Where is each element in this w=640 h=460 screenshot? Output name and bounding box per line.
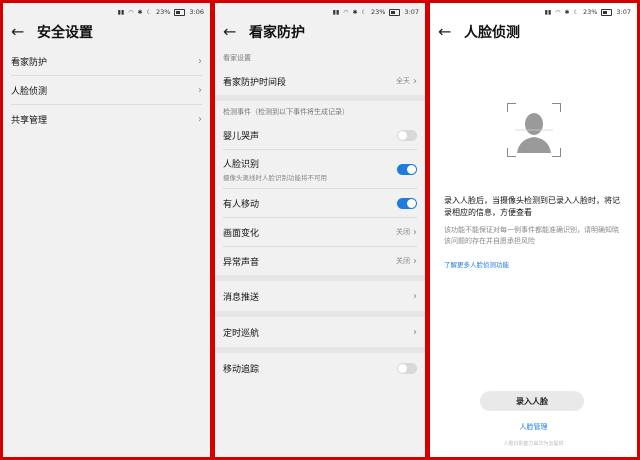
row-value: 关闭 › <box>396 256 417 267</box>
battery-percent: 23% <box>370 8 386 16</box>
home-guard-screen: ▮▮ ◠ ✱ ☾ 23% 3:07 ← 看家防护 看家设置 看家防护时间段 全天… <box>215 3 425 457</box>
moon-icon: ☾ <box>146 8 152 16</box>
signal-icon: ▮▮ <box>117 8 125 16</box>
frame-corner <box>551 148 561 157</box>
section-label-settings: 看家设置 <box>223 54 251 62</box>
signal-icon: ▮▮ <box>544 8 552 16</box>
chevron-right-icon: › <box>413 255 417 267</box>
menu-item-home-guard[interactable]: 看家防护 › <box>3 47 210 75</box>
motion-tracking-toggle[interactable] <box>397 362 417 374</box>
event-row-face-recognition: 人脸识别 摄像头离线时人脸识别功能将不可用 <box>215 150 425 188</box>
chevron-right-icon: › <box>413 226 417 238</box>
row-text: 人脸识别 摄像头离线时人脸识别功能将不可用 <box>223 157 327 182</box>
disclaimer-text: 该功能不能保证对每一例事件都能准确识别，请明确知晓该问题的存在并自愿承担风险 <box>444 226 619 245</box>
baby-cry-toggle[interactable] <box>397 129 417 141</box>
frame-corner <box>506 148 516 157</box>
section-label-events: 检测事件（检测到以下事件将生成记录） <box>223 108 349 116</box>
back-arrow-icon[interactable]: ← <box>223 24 237 40</box>
page-title: 看家防护 <box>249 25 305 41</box>
abnormal-sound-value: 关闭 <box>396 257 410 265</box>
motion-tracking-row: 移动追踪 <box>215 353 425 383</box>
bluetooth-icon: ✱ <box>137 8 143 16</box>
frame-corner <box>506 103 516 112</box>
status-bar: ▮▮ ◠ ✱ ☾ 23% 3:06 <box>3 3 210 17</box>
abnormal-sound-row[interactable]: 异常声音 关闭 › <box>215 247 425 275</box>
row-label: 有人移动 <box>223 199 260 210</box>
chevron-right-icon: › <box>198 55 202 67</box>
moon-icon: ☾ <box>361 8 367 16</box>
wifi-icon: ◠ <box>128 8 134 16</box>
enroll-face-button[interactable]: 录入人脸 <box>480 391 584 411</box>
moon-icon: ☾ <box>573 8 579 16</box>
menu-item-label: 看家防护 <box>11 57 48 68</box>
clock: 3:07 <box>404 8 419 16</box>
picture-change-value: 关闭 <box>396 228 410 236</box>
chevron-right-icon: › <box>413 75 417 87</box>
chevron-right-icon: › <box>198 113 202 125</box>
row-label: 移动追踪 <box>223 364 260 375</box>
battery-icon <box>601 8 613 16</box>
learn-more-link[interactable]: 了解更多人脸侦测功能 <box>430 259 637 269</box>
status-bar: ▮▮ ◠ ✱ ☾ 23% 3:07 <box>430 3 637 17</box>
row-value: 关闭 › <box>396 227 417 238</box>
screenshot-frame: ▮▮ ◠ ✱ ☾ 23% 3:06 ← 安全设置 看家防护 › 人脸侦测 › 共… <box>0 0 640 460</box>
menu-item-face-detection[interactable]: 人脸侦测 › <box>3 76 210 104</box>
header: ← 安全设置 <box>3 17 210 47</box>
battery-icon <box>389 8 401 16</box>
menu-item-share-management[interactable]: 共享管理 › <box>3 105 210 133</box>
battery-percent: 23% <box>582 8 598 16</box>
row-label: 定时巡航 <box>223 328 260 339</box>
battery-icon <box>174 8 186 16</box>
face-detection-screen: ▮▮ ◠ ✱ ☾ 23% 3:07 ← 人脸侦测 录入人脸后，当摄像头检测到已录… <box>430 3 637 457</box>
guard-period-row[interactable]: 看家防护时间段 全天 › <box>215 67 425 95</box>
person-motion-toggle[interactable] <box>397 197 417 209</box>
security-settings-screen: ▮▮ ◠ ✱ ☾ 23% 3:06 ← 安全设置 看家防护 › 人脸侦测 › 共… <box>3 3 210 457</box>
frame-corner <box>551 103 561 112</box>
back-arrow-icon[interactable]: ← <box>438 24 452 40</box>
clock: 3:07 <box>616 8 631 16</box>
row-label: 异常声音 <box>223 257 260 268</box>
row-label: 婴儿哭声 <box>223 131 260 142</box>
chevron-right-icon: › <box>198 84 202 96</box>
signal-icon: ▮▮ <box>332 8 340 16</box>
chevron-right-icon: › <box>413 290 417 302</box>
row-label: 人脸识别 <box>223 159 260 170</box>
face-silhouette-icon <box>506 103 561 157</box>
event-row-baby-cry: 婴儿哭声 <box>215 121 425 149</box>
back-arrow-icon[interactable]: ← <box>11 24 25 40</box>
page-title: 安全设置 <box>37 25 93 41</box>
intro-text: 录入人脸后，当摄像头检测到已录入人脸时，将记录相应的信息，方便查看 <box>444 196 620 217</box>
timed-patrol-row[interactable]: 定时巡航 › <box>215 317 425 347</box>
status-bar: ▮▮ ◠ ✱ ☾ 23% 3:07 <box>215 3 425 17</box>
page-title: 人脸侦测 <box>464 25 520 41</box>
wifi-icon: ◠ <box>343 8 349 16</box>
event-row-person-motion: 有人移动 <box>215 189 425 217</box>
picture-change-row[interactable]: 画面变化 关闭 › <box>215 218 425 246</box>
battery-percent: 23% <box>155 8 171 16</box>
row-label: 看家防护时间段 <box>223 77 287 88</box>
header: ← 人脸侦测 <box>430 17 637 47</box>
header: ← 看家防护 <box>215 17 425 47</box>
menu-item-label: 共享管理 <box>11 115 48 126</box>
provider-footnote: 人脸识别能力由华为云提供 <box>503 441 564 447</box>
row-label: 画面变化 <box>223 228 260 239</box>
period-value: 全天 <box>396 77 410 85</box>
row-sublabel: 摄像头离线时人脸识别功能将不可用 <box>223 173 327 182</box>
menu-item-label: 人脸侦测 <box>11 86 48 97</box>
wifi-icon: ◠ <box>555 8 561 16</box>
clock: 3:06 <box>189 8 204 16</box>
bluetooth-icon: ✱ <box>564 8 570 16</box>
bluetooth-icon: ✱ <box>352 8 358 16</box>
face-management-link[interactable]: 人脸管理 <box>430 422 637 432</box>
row-value: 全天 › <box>396 76 417 87</box>
row-label: 消息推送 <box>223 292 260 303</box>
message-push-row[interactable]: 消息推送 › <box>215 281 425 311</box>
face-recognition-toggle[interactable] <box>397 163 417 175</box>
chevron-right-icon: › <box>413 326 417 338</box>
